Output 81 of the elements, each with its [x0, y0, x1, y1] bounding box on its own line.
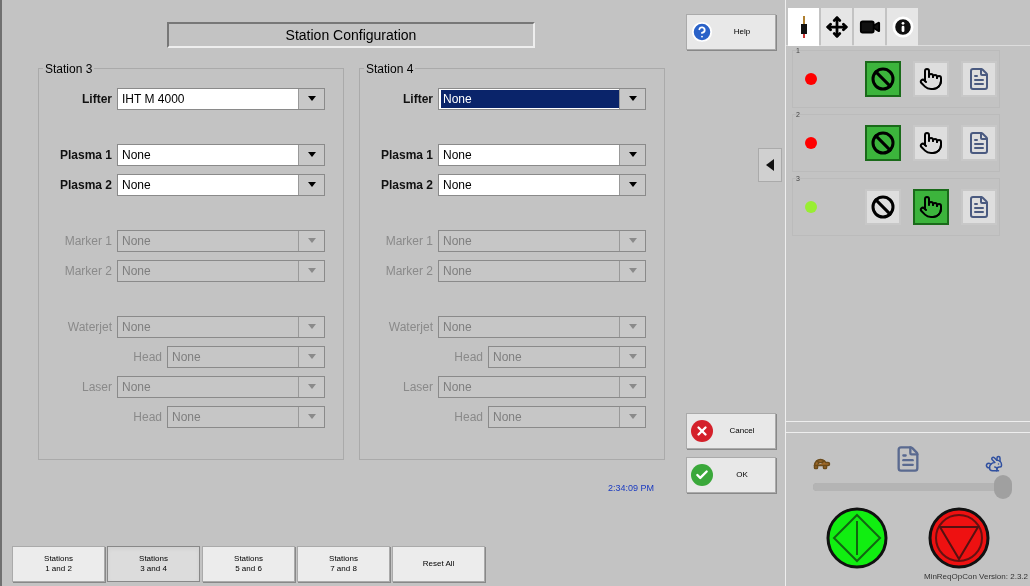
hand-pointer-icon	[919, 195, 943, 219]
document-icon	[967, 67, 991, 91]
field-label: Marker 2	[384, 262, 434, 280]
time-label: 2:34:09 PM	[607, 482, 654, 495]
caret-icon	[307, 152, 316, 157]
caret-icon	[307, 414, 316, 419]
field-label: Marker 1	[63, 232, 113, 250]
hand-pointer-icon	[919, 131, 943, 155]
caret-icon	[628, 414, 637, 419]
field-label: Laser	[401, 378, 434, 396]
version-label: MinReqOpCon Version: 2.3.2	[923, 571, 1028, 583]
ban-icon	[871, 67, 895, 91]
ban-icon	[871, 195, 895, 219]
station-mode-button[interactable]	[865, 125, 901, 161]
field-label: Plasma 1	[58, 146, 113, 164]
field-label: Head	[132, 348, 163, 366]
torch-icon	[799, 16, 808, 38]
dropdown-field[interactable]: None	[438, 87, 646, 110]
rabbit-icon	[985, 455, 1003, 473]
tool-tab[interactable]	[854, 8, 885, 46]
caret-icon	[628, 324, 637, 329]
document-icon	[967, 195, 991, 219]
check-icon	[691, 464, 713, 486]
tool-tab[interactable]	[788, 8, 819, 46]
station-tab-button[interactable]: Stations 1 and 2	[12, 546, 105, 582]
field-label: Lifter	[402, 90, 434, 108]
station-tab-button[interactable]: Reset All	[392, 546, 485, 582]
dropdown-field[interactable]: None	[438, 143, 646, 166]
collapse-button[interactable]	[758, 148, 782, 182]
caret-icon	[628, 354, 637, 359]
caret-icon	[307, 354, 316, 359]
caret-icon	[628, 384, 637, 389]
slider-thumb[interactable]	[994, 475, 1012, 499]
caret-icon	[628, 96, 637, 101]
tool-tab[interactable]	[821, 8, 852, 46]
dropdown-field[interactable]: None	[117, 143, 325, 166]
document-icon	[967, 131, 991, 155]
field-label: Laser	[80, 378, 113, 396]
dropdown-field[interactable]: IHT M 4000	[117, 87, 325, 110]
field-label: Lifter	[81, 90, 113, 108]
field-label: Head	[132, 408, 163, 426]
caret-icon	[628, 182, 637, 187]
field-label: Marker 1	[384, 232, 434, 250]
field-label: Plasma 2	[379, 176, 434, 194]
station-mode-button[interactable]	[865, 61, 901, 97]
field-label: Plasma 2	[58, 176, 113, 194]
field-label: Marker 2	[63, 262, 113, 280]
field-label: Head	[453, 348, 484, 366]
field-label: Waterjet	[387, 318, 434, 336]
dropdown-field[interactable]: None	[438, 173, 646, 196]
start-button[interactable]	[826, 507, 888, 569]
caret-icon	[628, 152, 637, 157]
help-button[interactable]: Help	[686, 14, 776, 50]
close-icon	[691, 420, 713, 442]
help-icon	[691, 21, 713, 43]
dropdown-field[interactable]: None	[117, 173, 325, 196]
station-tab-button[interactable]: Stations 3 and 4	[107, 546, 200, 582]
caret-icon	[628, 268, 637, 273]
field-label: Plasma 1	[379, 146, 434, 164]
info-icon	[891, 16, 914, 38]
field-label: Waterjet	[66, 318, 113, 336]
station-tab-button[interactable]: Stations 5 and 6	[202, 546, 295, 582]
window-title: Station Configuration	[167, 22, 535, 48]
stop-button[interactable]	[928, 507, 990, 569]
ok-button[interactable]: OK	[686, 457, 776, 493]
move-icon	[825, 16, 848, 38]
caret-icon	[307, 96, 316, 101]
field-label: Head	[453, 408, 484, 426]
station-tab-button[interactable]: Stations 7 and 8	[297, 546, 390, 582]
caret-icon	[307, 384, 316, 389]
caret-icon	[307, 268, 316, 273]
ban-icon	[871, 131, 895, 155]
tool-tab[interactable]	[887, 8, 918, 46]
caret-icon	[628, 238, 637, 243]
left-arrow-icon	[766, 159, 774, 171]
hand-pointer-icon	[919, 67, 943, 91]
caret-icon	[307, 324, 316, 329]
station-mode-button[interactable]	[913, 189, 949, 225]
cancel-button[interactable]: Cancel	[686, 413, 776, 449]
caret-icon	[307, 238, 316, 243]
caret-icon	[307, 182, 316, 187]
